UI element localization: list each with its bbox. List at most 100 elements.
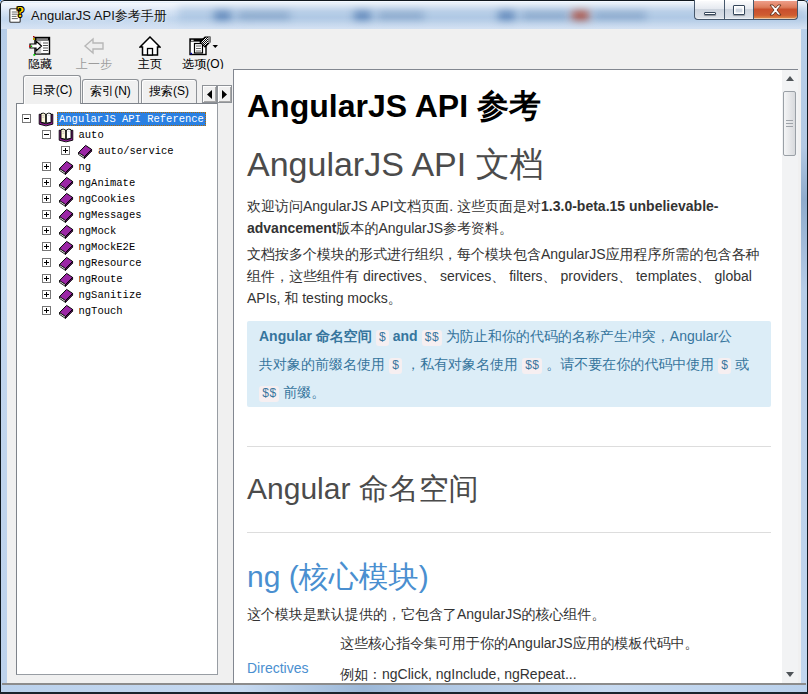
text-segment: 或 (731, 356, 749, 372)
divider (247, 532, 771, 533)
page-title: AngularJS API 参考 (247, 86, 771, 126)
book-closed-icon (58, 191, 74, 207)
collapse-toggle[interactable] (22, 114, 31, 123)
window-border-right (801, 29, 808, 684)
maximize-button[interactable] (724, 0, 753, 20)
hide-label: 隐藏 (28, 58, 52, 71)
expand-toggle[interactable] (42, 194, 51, 203)
vertical-scrollbar[interactable] (782, 70, 798, 683)
tree-item-ngmessages[interactable]: ngMessages (17, 207, 217, 223)
expand-toggle[interactable] (42, 290, 51, 299)
tab-scroll-right-button[interactable] (217, 85, 232, 103)
toolbar: 隐藏 上一步 主页 选项(O) (7, 29, 801, 72)
tree-item-auto-service[interactable]: auto/service (17, 143, 217, 159)
tab-scroll-buttons (202, 85, 232, 103)
close-button[interactable] (753, 0, 798, 20)
expand-toggle[interactable] (42, 178, 51, 187)
book-closed-icon (77, 143, 93, 159)
back-toolbar-button[interactable]: 上一步 (68, 35, 120, 71)
code-chip: $ (389, 358, 402, 374)
tab-search[interactable]: 搜索(S) (141, 79, 197, 103)
expand-toggle[interactable] (42, 258, 51, 267)
tree-item-label: auto/service (96, 144, 176, 158)
tab-contents[interactable]: 目录(C) (23, 75, 81, 104)
back-label: 上一步 (76, 58, 112, 71)
divider (247, 446, 771, 447)
topic-content: AngularJS API 参考 AngularJS API 文档 欢迎访问An… (234, 70, 783, 683)
tree-item-label: AngularJS API Reference (57, 112, 206, 126)
options-toolbar-button[interactable]: 选项(O) (174, 35, 232, 71)
book-closed-icon (58, 287, 74, 303)
scrollbar-thumb[interactable] (783, 91, 796, 156)
expand-toggle[interactable] (42, 274, 51, 283)
book-closed-icon (58, 175, 74, 191)
expand-toggle[interactable] (42, 242, 51, 251)
tree-item-angularjs-api-reference[interactable]: AngularJS API Reference (17, 111, 217, 127)
bold-text-segment: Angular 命名空间 (259, 328, 372, 344)
expand-toggle[interactable] (42, 162, 51, 171)
home-icon-box (139, 35, 161, 57)
scroll-up-button[interactable] (782, 70, 798, 87)
background-tab-title-2 (378, 11, 424, 19)
background-tab-favicon-2 (354, 10, 371, 20)
tree-item-ngmock[interactable]: ngMock (17, 223, 217, 239)
code-chip: $ (718, 358, 731, 374)
background-tab-title-1 (238, 11, 290, 19)
book-open-icon (38, 111, 54, 127)
code-chip: $$ (259, 386, 279, 402)
book-closed-icon (58, 207, 74, 223)
window-title: AngularJS API参考手册 (31, 7, 167, 25)
scroll-down-icon (786, 672, 794, 677)
tab-scroll-left-button[interactable] (202, 85, 217, 103)
text-segment: ，私有对象名使用 (402, 356, 522, 372)
code-chip: $$ (422, 330, 442, 346)
namespace-info-box: Angular 命名空间 $ and $$ 为防止和你的代码的名称产生冲突，An… (247, 321, 771, 407)
directives-description: 这些核心指令集可用于你的AngularJS应用的模板代码中。 (340, 632, 771, 654)
tree-item-label: auto (77, 128, 106, 142)
pane-splitter[interactable] (218, 69, 233, 683)
background-tab-favicon-4 (572, 10, 589, 20)
client-edge-shadow (2, 683, 806, 685)
tree-item-nganimate[interactable]: ngAnimate (17, 175, 217, 191)
tree-item-label: ngCookies (77, 192, 138, 206)
tree-item-ngroute[interactable]: ngRoute (17, 271, 217, 287)
text-segment: 前缀。 (279, 384, 325, 400)
tree-item-ngresource[interactable]: ngResource (17, 255, 217, 271)
client-area: 隐藏 上一步 主页 选项(O) 目录(C)索引(N)搜索(S) AngularJ… (7, 29, 801, 684)
home-label: 主页 (138, 58, 162, 71)
scroll-down-button[interactable] (782, 666, 798, 683)
book-closed-icon (58, 303, 74, 319)
back-icon-box (83, 35, 105, 57)
tree-item-auto[interactable]: auto (17, 127, 217, 143)
ng-module-description: 这个模块是默认提供的，它包含了AngularJS的核心组件。 (247, 603, 771, 625)
tree-item-ngcookies[interactable]: ngCookies (17, 191, 217, 207)
expand-toggle[interactable] (42, 210, 51, 219)
topic-pane: AngularJS API 参考 AngularJS API 文档 欢迎访问An… (233, 69, 798, 683)
options-dropdown-arrow (213, 45, 219, 48)
scroll-left-icon (207, 90, 212, 99)
code-chip: $$ (522, 358, 542, 374)
expand-toggle[interactable] (42, 226, 51, 235)
intro-paragraph: 欢迎访问AngularJS API文档页面. 这些页面是对1.3.0-beta.… (247, 195, 771, 239)
directives-link[interactable]: Directives (247, 632, 340, 683)
titlebar[interactable]: ? ? AngularJS API参考手册 (0, 0, 808, 29)
hide-toolbar-button[interactable]: 隐藏 (17, 35, 63, 71)
collapse-toggle[interactable] (42, 130, 51, 139)
text-segment: 欢迎访问AngularJS API文档页面. 这些页面是对 (247, 198, 541, 214)
maximize-icon (733, 5, 745, 15)
expand-toggle[interactable] (42, 306, 51, 315)
text-segment: 版本的AngularJS参考资料。 (336, 220, 513, 236)
expand-toggle[interactable] (61, 146, 70, 155)
tree-item-ng[interactable]: ng (17, 159, 217, 175)
minimize-button[interactable] (694, 0, 724, 20)
tree-item-label: ngResource (77, 256, 144, 270)
home-toolbar-button[interactable]: 主页 (127, 35, 173, 71)
tree-item-ngsanitize[interactable]: ngSanitize (17, 287, 217, 303)
background-tab-title-4 (594, 11, 646, 19)
back-icon (83, 37, 105, 55)
tree-item-ngtouch[interactable]: ngTouch (17, 303, 217, 319)
tab-index[interactable]: 索引(N) (82, 79, 139, 103)
tree-item-ngmocke2e[interactable]: ngMockE2E (17, 239, 217, 255)
options-icon (188, 36, 218, 57)
hide-icon-box (29, 35, 51, 57)
